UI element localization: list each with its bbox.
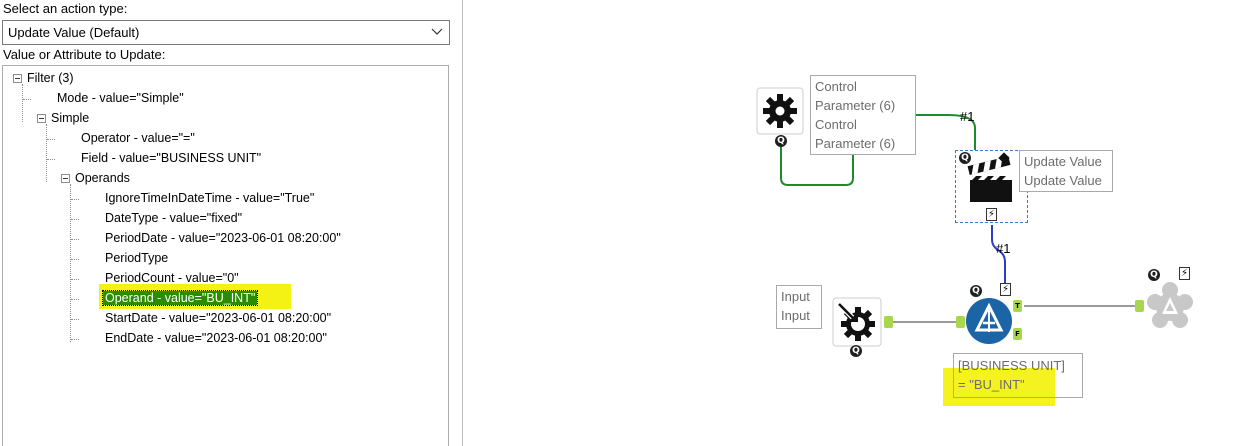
tree-node-date-type[interactable]: DateType - value="fixed" (103, 208, 244, 228)
action-type-dropdown[interactable]: Update Value (Default) (2, 20, 450, 45)
macro-input-output-anchor[interactable] (884, 316, 893, 328)
annotation-line: Parameter (6) (815, 136, 896, 151)
filter-q-anchor[interactable]: Q (970, 285, 982, 297)
configuration-panel: Select an action type: Update Value (Def… (0, 0, 463, 446)
macro-input-q-anchor[interactable]: Q (850, 345, 862, 357)
control-parameter-tool[interactable] (756, 87, 804, 135)
value-tree[interactable]: Filter (3) Mode - value="Simple" Simple … (2, 65, 449, 446)
tree-node-label: EndDate - value="2023-06-01 08:20:00" (105, 331, 327, 345)
connection-label: #1 (996, 241, 1011, 256)
gear-icon (756, 87, 804, 135)
action-type-value: Update Value (Default) (8, 25, 140, 40)
tree-node-label: Operator - value="=" (81, 131, 195, 145)
update-value-annotation: Update Value Update Value (1019, 150, 1113, 192)
tree-node-label: DateType - value="fixed" (105, 211, 243, 225)
filter-tool[interactable] (965, 297, 1017, 349)
browse-tool[interactable] (1143, 282, 1197, 332)
tree-node-label: PeriodCount - value="0" (105, 271, 239, 285)
tree-node-end-date[interactable]: EndDate - value="2023-06-01 08:20:00" (103, 328, 329, 348)
tree-node-label: Field - value="BUSINESS UNIT" (81, 151, 262, 165)
tree-node-label: Operands (75, 171, 130, 185)
annotation-line: Update Value (1024, 173, 1102, 188)
control-parameter-annotation: Control Parameter (6) Control Parameter … (810, 75, 916, 155)
annotation-line: = "BU_INT" (958, 377, 1025, 392)
browse-bolt-anchor[interactable]: ⚡ (1179, 267, 1190, 280)
tree-node-field[interactable]: Field - value="BUSINESS UNIT" (79, 148, 263, 168)
annotation-line: Input (781, 289, 810, 304)
tree-node-label: Filter (3) (27, 71, 74, 85)
annotation-line: Control (815, 79, 857, 94)
tree-node-label: Mode - value="Simple" (57, 91, 184, 105)
tree-node-period-count[interactable]: PeriodCount - value="0" (103, 268, 241, 288)
connection-label: #1 (960, 109, 975, 124)
tree-node-simple[interactable]: Simple (37, 108, 89, 128)
filter-false-anchor[interactable]: F (1013, 328, 1022, 340)
control-parameter-q-anchor[interactable]: Q (775, 135, 787, 147)
macro-input-tool[interactable] (832, 297, 882, 347)
tree-node-label: Simple (51, 111, 90, 125)
update-value-q-anchor[interactable]: Q (959, 152, 971, 164)
tree-node-filter[interactable]: Filter (3) (13, 68, 74, 88)
filter-bolt-anchor[interactable]: ⚡ (1000, 283, 1011, 296)
value-to-update-label: Value or Attribute to Update: (3, 47, 166, 62)
annotation-line: Control (815, 117, 857, 132)
tree-node-period-date[interactable]: PeriodDate - value="2023-06-01 08:20:00" (103, 228, 343, 248)
annotation-line: Update Value (1024, 154, 1102, 169)
collapse-icon[interactable] (37, 114, 46, 123)
browse-q-anchor[interactable]: Q (1148, 269, 1160, 281)
tree-node-operand[interactable]: Operand - value="BU_INT" (101, 288, 259, 308)
collapse-icon[interactable] (61, 174, 70, 183)
action-type-label: Select an action type: (3, 1, 128, 16)
macro-input-icon (832, 297, 882, 347)
chevron-down-icon (431, 28, 443, 35)
tree-node-start-date[interactable]: StartDate - value="2023-06-01 08:20:00" (103, 308, 333, 328)
tree-node-operator[interactable]: Operator - value="=" (79, 128, 197, 148)
macro-input-annotation: Input Input (776, 285, 822, 329)
tree-node-label: IgnoreTimeInDateTime - value="True" (105, 191, 315, 205)
browse-icon (1147, 282, 1193, 328)
filter-expression-annotation: [BUSINESS UNIT] = "BU_INT" (953, 353, 1083, 398)
tree-node-mode[interactable]: Mode - value="Simple" (55, 88, 186, 108)
annotation-line: [BUSINESS UNIT] (958, 358, 1065, 373)
tree-node-ignore-time[interactable]: IgnoreTimeInDateTime - value="True" (103, 188, 316, 208)
workflow-canvas[interactable]: Q Control Parameter (6) Control Paramete… (463, 0, 1238, 446)
tree-node-label: Operand - value="BU_INT" (101, 290, 259, 306)
tree-node-label: PeriodDate - value="2023-06-01 08:20:00" (105, 231, 341, 245)
annotation-line: Input (781, 308, 810, 323)
collapse-icon[interactable] (13, 74, 22, 83)
filter-icon (966, 298, 1012, 344)
tree-node-label: StartDate - value="2023-06-01 08:20:00" (105, 311, 332, 325)
filter-true-anchor[interactable]: T (1013, 300, 1022, 312)
update-value-output-anchor[interactable]: ⚡ (986, 208, 997, 221)
tree-node-operands[interactable]: Operands (61, 168, 130, 188)
annotation-line: Parameter (6) (815, 98, 896, 113)
connections-layer (780, 114, 1135, 323)
filter-input-anchor[interactable] (956, 316, 965, 328)
tree-node-label: PeriodType (105, 251, 169, 265)
tree-node-period-type[interactable]: PeriodType (103, 248, 170, 268)
